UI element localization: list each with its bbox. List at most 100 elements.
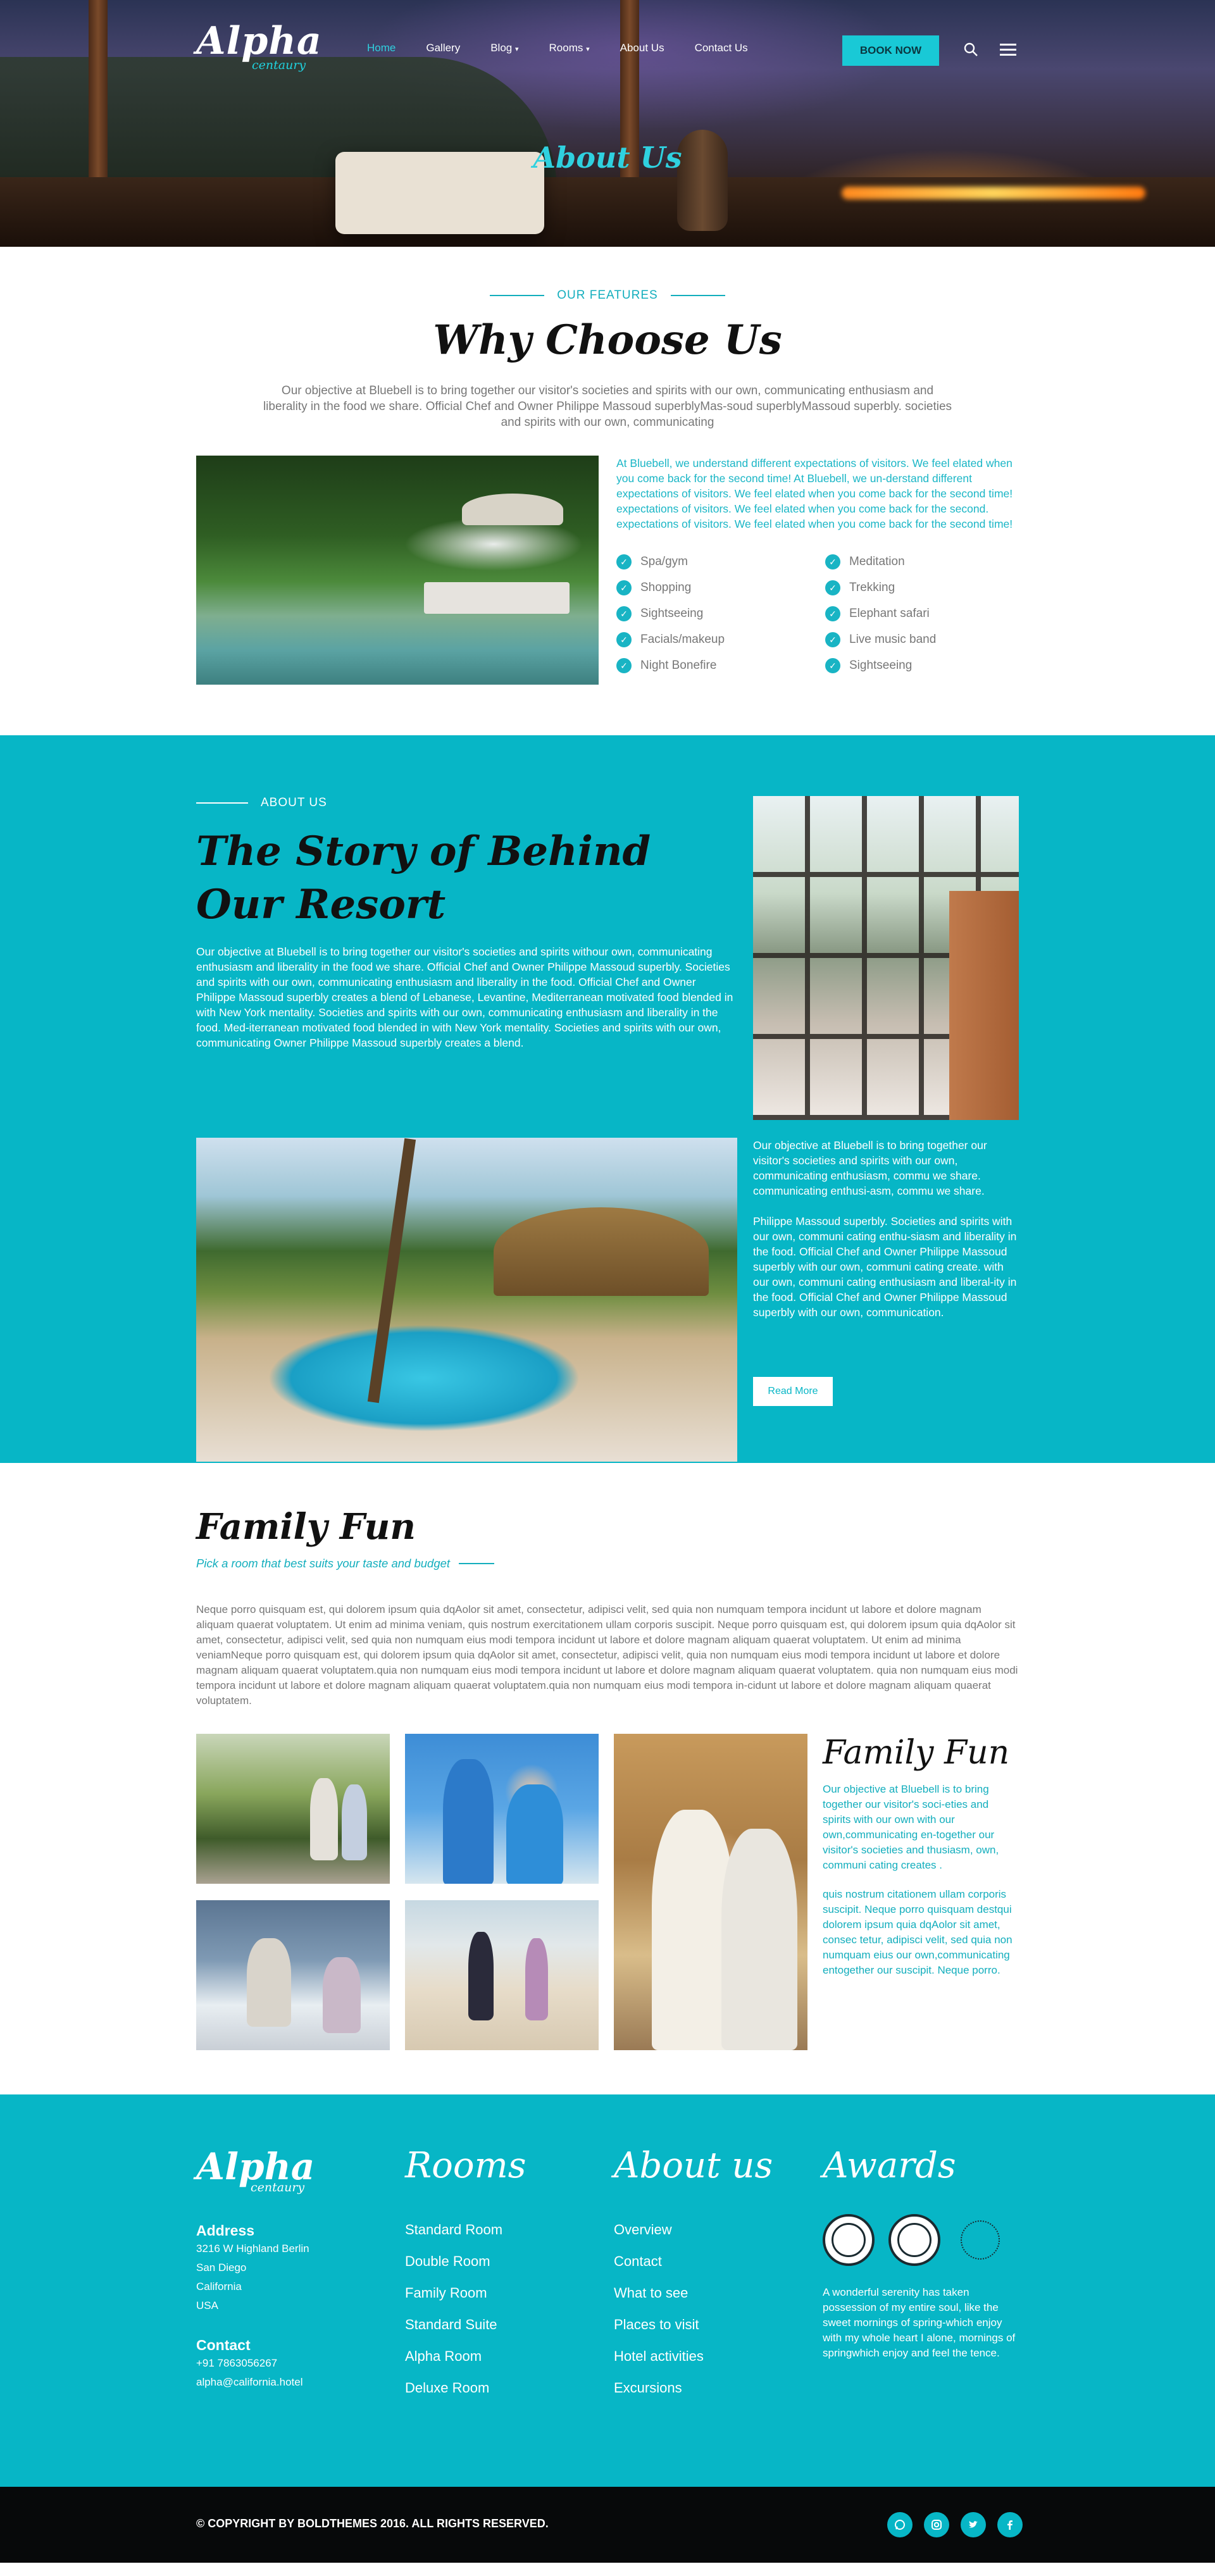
nav-item-label: About Us (620, 42, 664, 54)
feature-item: ✓ Spa/gym (616, 554, 825, 569)
search-icon[interactable] (963, 42, 978, 61)
award-badge-icon (823, 2214, 875, 2266)
section-kicker: OUR FEATURES (196, 289, 1019, 302)
nav-menu: Home Gallery Blog ▾ Rooms ▾ About Us Con… (367, 42, 748, 54)
whatsapp-icon[interactable] (887, 2512, 913, 2537)
nav-item-label: Blog (490, 42, 513, 54)
instagram-icon[interactable] (924, 2512, 949, 2537)
about-title-line: Our Resort (196, 881, 446, 928)
footer-link-standard-suite[interactable]: Standard Suite (405, 2309, 595, 2341)
feature-item: ✓ Sightseeing (825, 658, 1019, 673)
feature-item: ✓ Shopping (616, 580, 825, 595)
footer-link-deluxe-room[interactable]: Deluxe Room (405, 2372, 595, 2404)
family-section: Family Fun Pick a room that best suits y… (0, 1463, 1215, 2094)
gallery-image-travelers[interactable] (614, 1734, 807, 2050)
footer-rooms-title: Rooms (405, 2145, 526, 2186)
about-paragraph: Our objective at Bluebell is to bring to… (196, 945, 733, 1049)
gallery-image-boat[interactable] (196, 1900, 390, 2050)
nav-item-label: Home (367, 42, 396, 54)
awards-text: A wonderful serenity has taken possessio… (823, 2286, 1016, 2359)
check-circle-icon: ✓ (616, 658, 632, 673)
twitter-icon[interactable] (961, 2512, 986, 2537)
kicker-label: OUR FEATURES (557, 289, 658, 302)
feature-label: Trekking (849, 581, 895, 594)
gallery-image-golf-cart[interactable] (196, 1734, 390, 1884)
subtitle-line (459, 1563, 495, 1564)
nav-item-about-us[interactable]: About Us (620, 42, 664, 54)
nav-item-label: Gallery (426, 42, 461, 54)
footer-link-what-to-see[interactable]: What to see (614, 2277, 804, 2309)
nav-item-contact-us[interactable]: Contact Us (695, 42, 748, 54)
nav-item-gallery[interactable]: Gallery (426, 42, 460, 54)
feature-label: Sightseeing (849, 659, 913, 672)
hero-fire-pit (842, 187, 1145, 199)
check-circle-icon: ✓ (616, 580, 632, 595)
about-title-line: The Story of Behind (196, 828, 651, 875)
feature-label: Sightseeing (640, 607, 704, 620)
check-circle-icon: ✓ (616, 632, 632, 647)
feature-item: ✓ Elephant safari (825, 606, 1019, 621)
address-title: Address (196, 2222, 255, 2239)
footer-link-contact[interactable]: Contact (614, 2246, 804, 2277)
copyright-text: © COPYRIGHT BY BOLDTHEMES 2016. ALL RIGH… (196, 2517, 549, 2530)
about-side-paragraph: Our objective at Bluebell is to bring to… (753, 1139, 987, 1197)
logo-main-text: Alpha (196, 19, 322, 63)
feature-label: Live music band (849, 633, 937, 646)
check-circle-icon: ✓ (825, 580, 840, 595)
resort-pool-image (196, 1138, 737, 1462)
kicker-line (670, 295, 725, 296)
book-now-button[interactable]: BOOK NOW (842, 35, 939, 66)
kicker-line (490, 295, 545, 296)
address-line: USA (196, 2299, 218, 2312)
contact-email[interactable]: alpha@california.hotel (196, 2373, 386, 2392)
chevron-down-icon: ▾ (514, 46, 519, 53)
footer-awards-column: Awards A wonderful serenity has taken po… (823, 2145, 1019, 2361)
footer-contact-column: Alpha centaury Address 3216 W Highland B… (196, 2145, 386, 2392)
site-footer: Alpha centaury Address 3216 W Highland B… (0, 2094, 1215, 2487)
feature-label: Elephant safari (849, 607, 930, 620)
gallery-image-beach-walk[interactable] (405, 1900, 599, 2050)
footer-link-family-room[interactable]: Family Room (405, 2277, 595, 2309)
address-line: San Diego (196, 2262, 247, 2274)
footer-link-standard-room[interactable]: Standard Room (405, 2214, 595, 2246)
site-logo[interactable]: Alpha centaury (196, 19, 322, 72)
footer-rooms-column: Rooms Standard Room Double Room Family R… (405, 2145, 595, 2404)
family-subtitle-text: Pick a room that best suits your taste a… (196, 1557, 451, 1570)
nav-item-blog[interactable]: Blog ▾ (490, 42, 518, 54)
feature-item: ✓ Meditation (825, 554, 1019, 569)
about-side-text: Our objective at Bluebell is to bring to… (753, 1138, 1019, 1320)
chevron-down-icon: ▾ (586, 46, 590, 53)
check-circle-icon: ✓ (825, 632, 840, 647)
footer-link-alpha-room[interactable]: Alpha Room (405, 2341, 595, 2372)
feature-label: Meditation (849, 555, 905, 568)
feature-label: Night Bonefire (640, 659, 717, 672)
footer-logo[interactable]: Alpha centaury (196, 2145, 386, 2194)
contact-phone[interactable]: +91 7863056267 (196, 2354, 386, 2373)
family-paragraph: Neque porro quisquam est, qui dolorem ip… (196, 1603, 1018, 1707)
footer-link-double-room[interactable]: Double Room (405, 2246, 595, 2277)
nav-item-rooms[interactable]: Rooms ▾ (549, 42, 590, 54)
copyright-bar: © COPYRIGHT BY BOLDTHEMES 2016. ALL RIGH… (0, 2487, 1215, 2563)
nav-item-home[interactable]: Home (367, 42, 396, 54)
family-gallery: Family Fun Our objective at Bluebell is … (196, 1734, 1019, 2050)
about-section: ABOUT US The Story of Behind Our Resort … (0, 735, 1215, 1463)
feature-item: ✓ Live music band (825, 632, 1019, 647)
footer-link-overview[interactable]: Overview (614, 2214, 804, 2246)
footer-link-excursions[interactable]: Excursions (614, 2372, 804, 2404)
read-more-button[interactable]: Read More (753, 1377, 833, 1406)
kicker-line (196, 802, 248, 804)
wood-wall-shape (949, 891, 1019, 1120)
features-section: OUR FEATURES Why Choose Us Our objective… (0, 247, 1215, 735)
footer-link-places-to-visit[interactable]: Places to visit (614, 2309, 804, 2341)
facebook-icon[interactable] (997, 2512, 1023, 2537)
daybed-shape (424, 582, 570, 614)
check-circle-icon: ✓ (825, 658, 840, 673)
feature-item: ✓ Sightseeing (616, 606, 825, 621)
restaurant-image (753, 796, 1019, 1120)
umbrella-shape (462, 494, 563, 525)
hamburger-icon[interactable] (1000, 42, 1016, 61)
footer-link-hotel-activities[interactable]: Hotel activities (614, 2341, 804, 2372)
check-circle-icon: ✓ (616, 606, 632, 621)
feature-label: Facials/makeup (640, 633, 725, 646)
gallery-image-family-beach[interactable] (405, 1734, 599, 1884)
